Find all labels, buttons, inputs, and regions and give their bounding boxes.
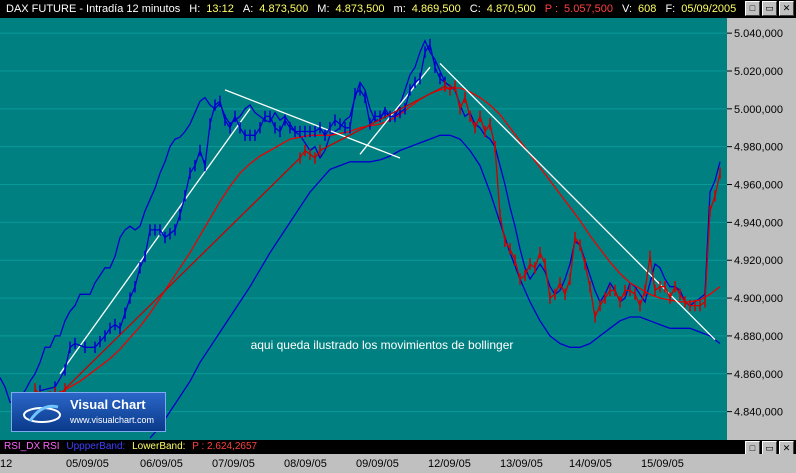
maximize-icon[interactable]: ▭: [762, 1, 777, 16]
y-tick-label: 4.880,000: [734, 331, 783, 343]
y-tick-label: 4.860,000: [734, 369, 783, 381]
y-tick-label: 4.900,000: [734, 293, 783, 305]
y-tick-label: 4.980,000: [734, 142, 783, 154]
date-label: 14/09/05: [569, 458, 612, 470]
date-label: 12/09/05: [428, 458, 471, 470]
p-value: 5.057,500: [564, 3, 613, 15]
y-tick-label: 5.040,000: [734, 28, 783, 40]
a-label: A:: [242, 3, 254, 15]
date-label: 13/09/05: [500, 458, 543, 470]
f-label: F:: [665, 3, 676, 15]
date-label: 05/09/05: [66, 458, 109, 470]
lower-band-label: LowerBand:: [132, 441, 186, 452]
rsi-label: RSI_DX RSI: [4, 441, 60, 452]
indicator-maximize-icon[interactable]: ▭: [762, 441, 777, 454]
logo-url: www.visualchart.com: [70, 415, 155, 425]
c-value: 4.870,500: [486, 3, 536, 15]
date-label: 12: [0, 458, 13, 470]
c-label: C:: [469, 3, 481, 15]
h-value: 13:12: [206, 3, 234, 15]
y-tick-label: 5.020,000: [734, 66, 783, 78]
y-tick-label: 4.920,000: [734, 255, 783, 267]
indicator-restore-icon[interactable]: □: [745, 441, 760, 454]
date-label: 15/09/05: [641, 458, 684, 470]
date-label: 07/09/05: [212, 458, 255, 470]
price-chart[interactable]: 4.840,000 4.860,000 4.880,000 4.900,000 4.92…: [0, 18, 796, 440]
indicator-bar: RSI_DX RSI UppperBand: LowerBand: P : 2.…: [0, 440, 796, 454]
v-value: 608: [638, 3, 657, 15]
p-label: P :: [544, 3, 559, 15]
indicator-window-controls: □ ▭ ✕: [745, 441, 794, 454]
m-value: 4.873,500: [335, 3, 385, 15]
min-value: 4.869,500: [411, 3, 461, 15]
y-tick-label: 5.000,000: [734, 104, 783, 116]
chart-header: DAX FUTURE - Intradía 12 minutos H: 13:12…: [0, 0, 796, 18]
logo-title: Visual Chart: [70, 397, 146, 412]
restore-icon[interactable]: □: [745, 1, 760, 16]
upper-band-label: UppperBand:: [66, 441, 126, 452]
date-label: 06/09/05: [140, 458, 183, 470]
date-axis: 12 05/09/05 06/09/05 07/09/05 08/09/05 09/09/…: [0, 454, 796, 473]
y-tick-label: 4.940,000: [734, 217, 783, 229]
indicator-p-value: P : 2.624,2657: [192, 441, 258, 452]
plot-area[interactable]: [0, 18, 727, 440]
m-label: M:: [317, 3, 330, 15]
y-tick-label: 4.840,000: [734, 407, 783, 419]
visual-chart-logo: Visual Chart www.visualchart.com: [11, 392, 166, 432]
y-tick-label: 4.960,000: [734, 180, 783, 192]
instrument-title: DAX FUTURE - Intradía 12 minutos: [6, 3, 181, 15]
min-label: m:: [393, 3, 406, 15]
close-icon[interactable]: ✕: [779, 1, 794, 16]
v-label: V:: [622, 3, 633, 15]
h-label: H:: [189, 3, 201, 15]
date-label: 09/09/05: [356, 458, 399, 470]
f-value: 05/09/2005: [681, 3, 737, 15]
indicator-close-icon[interactable]: ✕: [779, 441, 794, 454]
a-value: 4.873,500: [259, 3, 309, 15]
swoosh-icon: [23, 404, 61, 423]
date-label: 08/09/05: [284, 458, 327, 470]
annotation-text: aqui queda ilustrado los movimientos de …: [251, 338, 514, 352]
window-controls: □ ▭ ✕: [745, 1, 794, 16]
